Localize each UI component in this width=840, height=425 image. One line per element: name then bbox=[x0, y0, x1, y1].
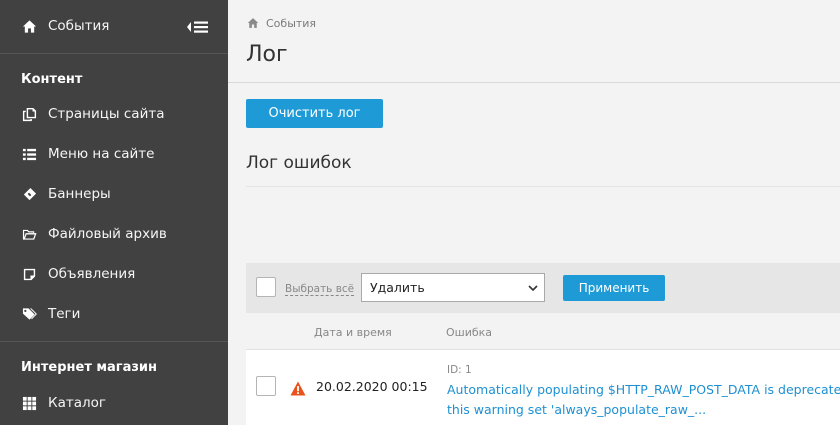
sidebar-collapse-button[interactable] bbox=[186, 19, 212, 35]
sidebar-group-heading: Интернет магазин bbox=[21, 360, 157, 375]
bulk-action-value: Удалить bbox=[370, 280, 425, 295]
chevron-down-icon bbox=[528, 285, 538, 292]
select-all-link[interactable]: Выбрать всё bbox=[285, 283, 355, 296]
sidebar-item-label: Каталог bbox=[48, 395, 106, 411]
sidebar-item-label: Теги bbox=[48, 306, 81, 322]
bulk-actions-toolbar: Выбрать всё Удалить Применить bbox=[246, 263, 840, 313]
home-icon[interactable] bbox=[247, 17, 259, 29]
pages-icon bbox=[21, 106, 37, 122]
banner-icon bbox=[21, 186, 37, 202]
sidebar-divider bbox=[0, 341, 228, 342]
sidebar-group-heading: Контент bbox=[21, 72, 83, 87]
folder-icon bbox=[21, 226, 37, 242]
divider bbox=[246, 186, 840, 187]
column-header-error: Ошибка bbox=[446, 326, 493, 339]
main-content: События Лог Очистить лог Лог ошибок Выбр… bbox=[228, 0, 840, 425]
column-header-datetime: Дата и время bbox=[314, 326, 392, 339]
apply-button[interactable]: Применить bbox=[563, 275, 665, 301]
error-message-link[interactable]: Automatically populating $HTTP_RAW_POST_… bbox=[447, 380, 840, 420]
bulk-action-select[interactable]: Удалить bbox=[361, 273, 545, 302]
sidebar-item-label: Баннеры bbox=[48, 186, 111, 202]
sidebar-item-catalog[interactable]: Каталог bbox=[0, 388, 228, 418]
sidebar-item-label: Файловый архив bbox=[48, 226, 167, 242]
tags-icon bbox=[21, 306, 37, 322]
breadcrumb-item[interactable]: События bbox=[266, 17, 316, 30]
page-title: Лог bbox=[246, 42, 288, 67]
table-row: 20.02.2020 00:15 ID: 1 Automatically pop… bbox=[246, 349, 840, 425]
sidebar: События Контент Страницы сайта Меню на с… bbox=[0, 0, 228, 425]
row-datetime: 20.02.2020 00:15 bbox=[316, 379, 428, 394]
divider bbox=[228, 82, 840, 83]
sidebar-item-label: Объявления bbox=[48, 266, 136, 282]
row-checkbox[interactable] bbox=[256, 376, 276, 396]
list-icon bbox=[21, 146, 37, 162]
sidebar-item-announcements[interactable]: Объявления bbox=[0, 259, 228, 289]
sidebar-item-pages[interactable]: Страницы сайта bbox=[0, 99, 228, 129]
error-message-line: this warning set 'always_populate_raw_..… bbox=[447, 402, 707, 417]
sidebar-item-banners[interactable]: Баннеры bbox=[0, 179, 228, 209]
section-title: Лог ошибок bbox=[246, 153, 352, 173]
sidebar-item-tags[interactable]: Теги bbox=[0, 299, 228, 329]
grid-icon bbox=[21, 395, 37, 411]
sidebar-item-file-archive[interactable]: Файловый архив bbox=[0, 219, 228, 249]
breadcrumb: События bbox=[247, 15, 316, 31]
row-id: ID: 1 bbox=[447, 364, 472, 376]
select-all-checkbox[interactable] bbox=[256, 277, 276, 297]
error-message-line: Automatically populating $HTTP_RAW_POST_… bbox=[447, 382, 840, 397]
sidebar-item-label: Меню на сайте bbox=[48, 146, 155, 162]
sidebar-item-label: События bbox=[48, 18, 110, 34]
warning-icon bbox=[290, 381, 306, 396]
clear-log-button[interactable]: Очистить лог bbox=[246, 99, 383, 128]
note-icon bbox=[21, 266, 37, 282]
sidebar-header: События bbox=[0, 0, 228, 54]
home-icon bbox=[21, 18, 37, 34]
sidebar-item-label: Страницы сайта bbox=[48, 106, 165, 122]
sidebar-item-menu[interactable]: Меню на сайте bbox=[0, 139, 228, 169]
